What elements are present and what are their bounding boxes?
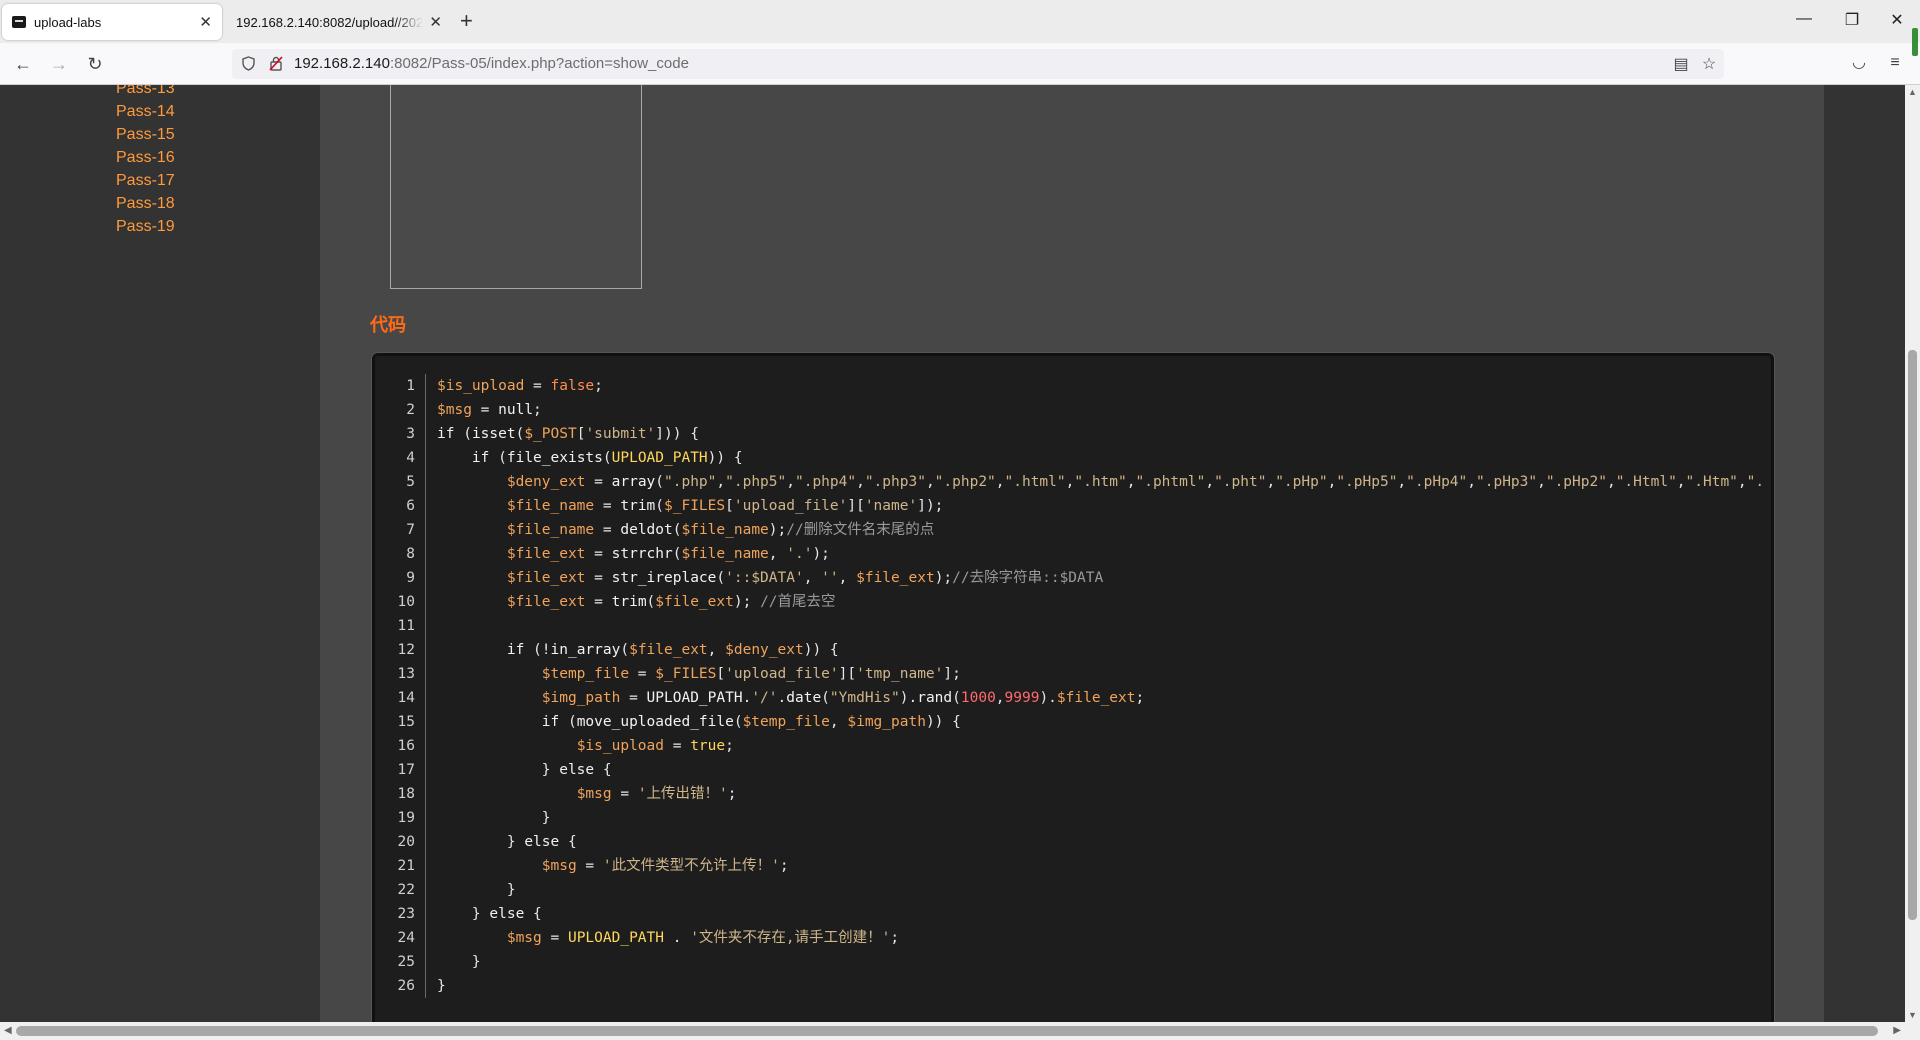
scroll-right-icon[interactable]: ▶: [1893, 1025, 1901, 1036]
code-line: 3 if (isset($_POST['submit'])) {: [375, 422, 1771, 446]
insecure-lock-icon[interactable]: [269, 56, 283, 71]
code-line: 20 } else {: [375, 830, 1771, 854]
code-line: 26}: [375, 974, 1771, 998]
main-content: 代码 1 $is_upload = false; 2 $msg = null; 3i…: [320, 85, 1824, 1022]
close-tab-icon[interactable]: ✕: [429, 13, 442, 31]
url-text[interactable]: 192.168.2.140:8082/Pass-05/index.php?act…: [294, 55, 689, 72]
code-line: 21 $msg = '此文件类型不允许上传！';: [375, 854, 1771, 878]
sidebar-list: Pass-13 Pass-14 Pass-15 Pass-16 Pass-17 …: [116, 85, 175, 238]
code-line: 19 }: [375, 806, 1771, 830]
menu-icon[interactable]: ≡: [1886, 54, 1904, 72]
code-line: 24 $msg = UPLOAD_PATH . '文件夹不存在,请手工创建！';: [375, 926, 1771, 950]
code-line: 12 if (!in_array($file_ext, $deny_ext)) …: [375, 638, 1771, 662]
restore-icon[interactable]: ❐: [1840, 10, 1864, 30]
code-line: 10 $file_ext = trim($file_ext); //首尾去空: [375, 590, 1771, 614]
right-margin: [1824, 85, 1905, 1022]
reader-view-icon[interactable]: ▤: [1672, 56, 1690, 74]
code-line: 15 if (move_uploaded_file($temp_file, $i…: [375, 710, 1771, 734]
sidebar: Pass-13 Pass-14 Pass-15 Pass-16 Pass-17 …: [0, 85, 320, 1022]
code-line: 17 } else {: [375, 758, 1771, 782]
scrollbar-corner: [1905, 1022, 1920, 1040]
code-line: 11: [375, 614, 1771, 638]
page: Pass-13 Pass-14 Pass-15 Pass-16 Pass-17 …: [0, 85, 1905, 1022]
code-line: 25 }: [375, 950, 1771, 974]
upload-preview-box: [390, 85, 642, 289]
code-line: 8 $file_ext = strrchr($file_name, '.');: [375, 542, 1771, 566]
shield-icon[interactable]: [242, 56, 255, 71]
new-tab-icon[interactable]: +: [460, 10, 473, 32]
back-icon[interactable]: ←: [10, 51, 36, 77]
sidebar-item-pass-13[interactable]: Pass-13: [116, 85, 175, 100]
code-line: 7 $file_name = deldot($file_name);//删除文件…: [375, 518, 1771, 542]
tab-bar: upload-labs ✕ 192.168.2.140:8082/upload/…: [0, 0, 1920, 43]
reload-icon[interactable]: ↻: [82, 51, 108, 77]
tab-upload-labs[interactable]: upload-labs ✕: [2, 4, 222, 40]
edge-indicator: [1912, 28, 1918, 56]
close-tab-icon[interactable]: ✕: [199, 13, 212, 31]
scroll-up-icon[interactable]: ▲: [1908, 87, 1917, 97]
scroll-left-icon[interactable]: ◀: [4, 1025, 12, 1036]
sidebar-item-pass-17[interactable]: Pass-17: [116, 169, 175, 192]
horizontal-scroll-thumb[interactable]: [16, 1026, 1878, 1036]
code-line: 5 $deny_ext = array(".php",".php5",".php…: [375, 470, 1771, 494]
window-edge: [1905, 0, 1920, 85]
code-line: 6 $file_name = trim($_FILES['upload_file…: [375, 494, 1771, 518]
code-line: 4 if (file_exists(UPLOAD_PATH)) {: [375, 446, 1771, 470]
tab-title: 192.168.2.140:8082/upload//202: [236, 14, 424, 30]
sidebar-item-pass-18[interactable]: Pass-18: [116, 192, 175, 215]
code-line: 22 }: [375, 878, 1771, 902]
sidebar-item-pass-14[interactable]: Pass-14: [116, 100, 175, 123]
horizontal-scrollbar[interactable]: ◀ ▶: [0, 1022, 1905, 1040]
scroll-down-icon[interactable]: ▼: [1908, 1010, 1917, 1020]
tab-title: upload-labs: [34, 14, 102, 30]
code-line: 18 $msg = '上传出错！';: [375, 782, 1771, 806]
code-line: 9 $file_ext = str_ireplace('::$DATA', ''…: [375, 566, 1771, 590]
code-line: 14 $img_path = UPLOAD_PATH.'/'.date("Ymd…: [375, 686, 1771, 710]
address-bar[interactable]: 192.168.2.140:8082/Pass-05/index.php?act…: [232, 49, 1724, 79]
nav-bar: ← → ↻ 192.168.2.140:8082/Pass-05/index.p…: [0, 43, 1920, 85]
minimize-icon[interactable]: —: [1792, 10, 1816, 28]
pocket-icon[interactable]: ◡: [1850, 54, 1868, 72]
vertical-scroll-thumb[interactable]: [1908, 350, 1917, 920]
bookmark-star-icon[interactable]: ☆: [1700, 56, 1718, 74]
code-lines: 1 $is_upload = false; 2 $msg = null; 3 if (…: [375, 374, 1771, 998]
code-line: 13 $temp_file = $_FILES['upload_file']['…: [375, 662, 1771, 686]
tab-upload-dir[interactable]: 192.168.2.140:8082/upload//202 ✕: [228, 4, 450, 40]
code-line: 23 } else {: [375, 902, 1771, 926]
code-line: 16 $is_upload = true;: [375, 734, 1771, 758]
site-favicon-icon: [12, 16, 26, 28]
code-line: 2 $msg = null;: [375, 398, 1771, 422]
sidebar-item-pass-19[interactable]: Pass-19: [116, 215, 175, 238]
sidebar-item-pass-15[interactable]: Pass-15: [116, 123, 175, 146]
code-line: 1 $is_upload = false;: [375, 374, 1771, 398]
sidebar-item-pass-16[interactable]: Pass-16: [116, 146, 175, 169]
vertical-scrollbar[interactable]: ▲ ▼: [1905, 85, 1920, 1022]
forward-icon[interactable]: →: [46, 51, 72, 77]
section-title: 代码: [370, 315, 406, 335]
code-block: 1 $is_upload = false; 2 $msg = null; 3 if (…: [372, 353, 1774, 1022]
